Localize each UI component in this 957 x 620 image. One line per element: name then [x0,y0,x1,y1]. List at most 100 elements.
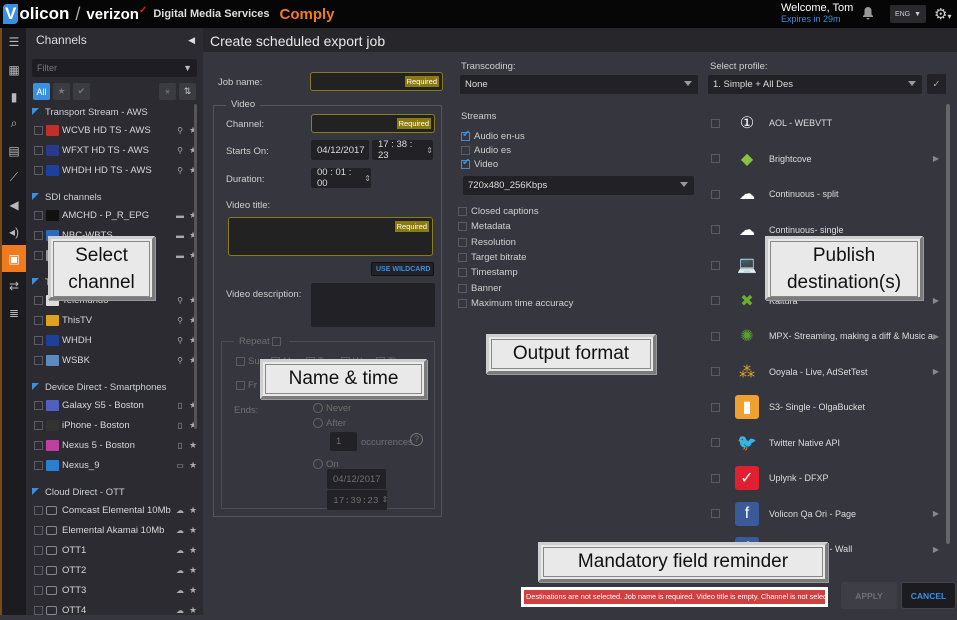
channel-checkbox[interactable] [34,400,43,410]
favorite-star-icon[interactable]: ★ [187,545,199,556]
channel-list-item[interactable]: OTT1 ☁ ★ [26,540,203,560]
channel-group-header[interactable]: Transport Stream - AWS [26,104,203,120]
destination-checkbox[interactable] [711,367,720,376]
channel-list-item[interactable]: OTT2 ☁ ★ [26,560,203,580]
calendar-icon[interactable]: ▣ [2,245,26,272]
user-info[interactable]: Welcome, Tom Expires in 29m [781,3,853,25]
menu-icon[interactable]: ☰ [2,28,26,56]
channel-checkbox[interactable] [34,165,43,175]
favorite-star-icon[interactable]: ★ [187,250,199,261]
channel-list-item[interactable]: Nexus 5 - Boston ▯ ★ [26,435,203,455]
use-wildcard-button[interactable]: USE WILDCARD [371,262,434,276]
channel-list-item[interactable]: OTT4 ☁ ★ [26,600,203,620]
destination-checkbox[interactable] [711,225,720,234]
starts-on-time-input[interactable]: 17 : 38 : 23 ⇕ [372,139,433,161]
favorite-star-icon[interactable]: ★ [187,295,199,306]
channel-checkbox[interactable] [34,440,43,450]
channel-checkbox[interactable] [34,355,43,365]
destination-item[interactable]: ① AOL - WEBVTT [711,105,939,141]
tab-favorites-star-icon[interactable]: ★ [53,83,70,100]
channel-list-item[interactable]: WHDH HD TS - AWS ⚲ ★ [26,160,203,180]
channel-checkbox[interactable] [34,250,43,260]
cancel-button[interactable]: CANCEL [901,582,956,609]
destination-item[interactable]: ▮ S3- Single - OlgaBucket [711,389,939,425]
satellite-filter-icon[interactable]: ⚹ [159,83,176,100]
profile-select[interactable]: 1. Simple + All Des [708,75,922,94]
favorite-star-icon[interactable]: ★ [187,525,199,536]
output-option-checkbox[interactable]: Timestamp [458,267,518,278]
output-option-checkbox[interactable]: Resolution [458,237,516,248]
channel-checkbox[interactable] [34,545,43,555]
channel-list-item[interactable]: WSBK ⚲ ★ [26,350,203,370]
ends-on-time-input[interactable]: 17:39:23 ⇕ [327,490,388,510]
channel-list-item[interactable]: iPhone - Boston ▯ ★ [26,415,203,435]
favorite-star-icon[interactable]: ★ [187,335,199,346]
channel-group-header[interactable]: Cloud Direct - OTT [26,484,203,500]
stream-checkbox[interactable]: Video [461,157,498,170]
channel-list-item[interactable]: Galaxy S5 - Boston ▯ ★ [26,395,203,415]
favorite-star-icon[interactable]: ★ [187,585,199,596]
channel-checkbox[interactable] [34,420,43,430]
channel-list-item[interactable]: WHDH ⚲ ★ [26,330,203,350]
channel-list-scrollbar[interactable] [194,104,197,429]
sort-icon[interactable]: ⇅ [179,83,196,100]
favorite-star-icon[interactable]: ★ [187,505,199,516]
destination-checkbox[interactable] [711,473,720,483]
video-profile-select[interactable]: 720x480_256Kbps [463,176,694,195]
favorite-star-icon[interactable]: ★ [187,125,199,136]
channel-checkbox[interactable] [34,335,43,345]
destination-checkbox[interactable] [711,331,720,341]
channel-checkbox[interactable] [34,565,43,575]
channel-list-item[interactable]: WCVB HD TS - AWS ⚲ ★ [26,120,203,140]
duration-input[interactable]: 00 : 01 : 00 ⇕ [311,167,371,189]
favorite-star-icon[interactable]: ★ [187,145,199,156]
destination-item[interactable]: ✓ Uplynk - DFXP [711,460,939,496]
ends-never-radio[interactable]: Never [313,403,351,414]
favorite-star-icon[interactable]: ★ [187,400,199,411]
repeat-icon[interactable]: ⇄ [2,272,26,299]
channel-checkbox[interactable] [34,125,43,135]
expand-arrow-icon[interactable]: ▶ [933,545,939,554]
search-icon[interactable]: ⌕ [2,110,26,137]
destination-checkbox[interactable] [711,296,720,305]
channel-input[interactable]: Required [311,114,435,133]
channel-checkbox[interactable] [34,605,43,615]
bell-icon[interactable] [862,6,874,20]
channel-list-item[interactable]: Comcast Elemental 10Mb ☁ ★ [26,500,203,520]
video-description-input[interactable] [311,283,435,327]
destination-checkbox[interactable] [711,189,720,199]
channel-list-item[interactable]: Elemental Akamai 10Mb ☁ ★ [26,520,203,540]
channel-list-item[interactable]: Nexus_9 ▭ ★ [26,455,203,475]
gear-icon[interactable]: ⚙▾ [934,5,951,23]
ends-after-radio[interactable]: After [313,418,346,429]
channel-list-item[interactable]: WFXT HD TS - AWS ⚲ ★ [26,140,203,160]
expand-arrow-icon[interactable]: ▶ [933,154,939,163]
channel-checkbox[interactable] [34,525,43,535]
favorite-star-icon[interactable]: ★ [187,420,199,431]
destination-checkbox[interactable] [711,118,720,128]
channel-checkbox[interactable] [34,210,43,220]
starts-on-date-input[interactable]: 04/12/2017 [311,140,369,160]
favorite-star-icon[interactable]: ★ [187,315,199,326]
repeat-day-checkbox[interactable]: Fr [236,380,257,391]
repeat-day-checkbox[interactable]: Su [236,356,260,367]
channel-list-item[interactable]: ThisTV ⚲ ★ [26,310,203,330]
destination-checkbox[interactable] [711,509,720,518]
tab-all[interactable]: All [33,83,50,100]
destination-item[interactable]: ☁ Continuous - split [711,176,939,212]
output-option-checkbox[interactable]: Maximum time accuracy [458,298,573,309]
favorite-star-icon[interactable]: ★ [187,565,199,576]
video-title-input[interactable]: Required [228,217,433,256]
table-icon[interactable]: ▤ [2,137,26,164]
channel-checkbox[interactable] [34,295,43,305]
stream-checkbox[interactable]: Audio es [461,145,511,156]
stream-checkbox[interactable]: Audio en-us [461,129,525,142]
favorite-star-icon[interactable]: ★ [187,355,199,366]
destination-item[interactable]: ◆ Brightcove ▶ [711,141,939,177]
channel-checkbox[interactable] [34,315,43,325]
destination-item[interactable]: 🐦 Twitter Native API [711,425,939,461]
destinations-scrollbar[interactable] [946,104,950,544]
expand-arrow-icon[interactable]: ▶ [933,509,939,518]
channel-list-item[interactable]: OTT3 ☁ ★ [26,580,203,600]
destination-checkbox[interactable] [711,402,720,412]
